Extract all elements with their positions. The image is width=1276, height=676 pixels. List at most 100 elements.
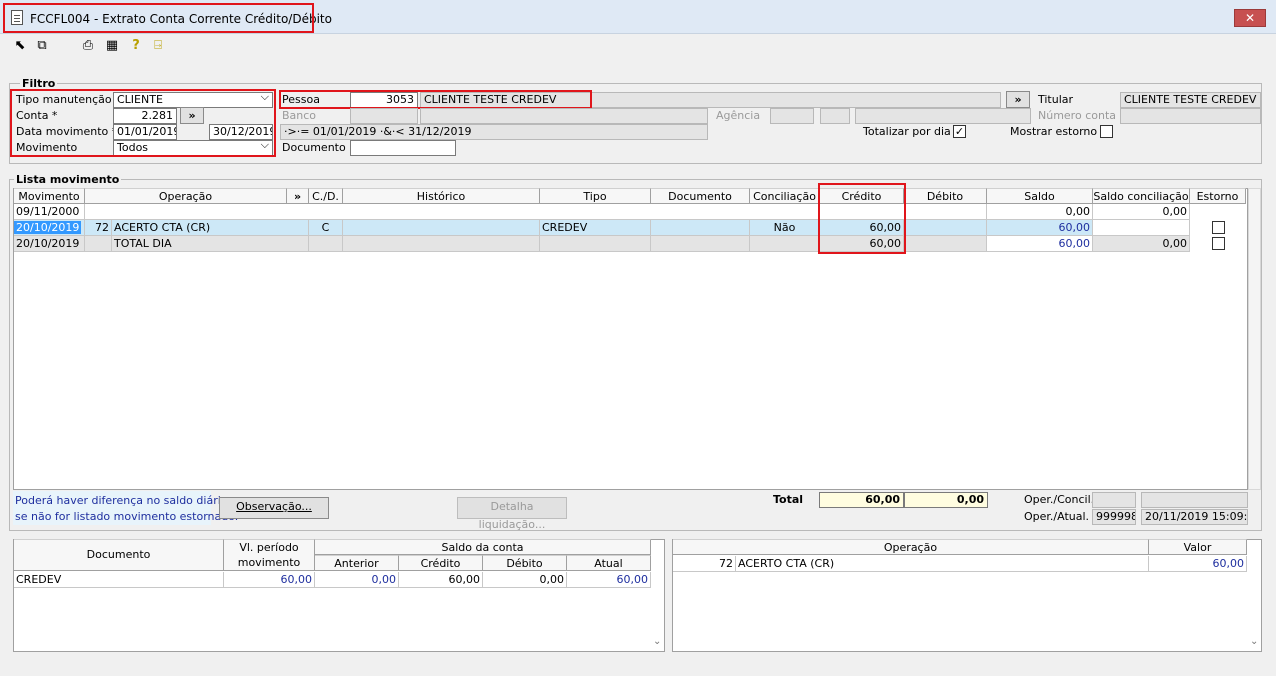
row3-saldo-conciliacao[interactable]: 0,00 <box>1093 236 1190 252</box>
oper-atual-label: Oper./Atual. <box>1024 510 1090 523</box>
totalizar-label: Totalizar por dia <box>863 125 951 138</box>
info-note-line2: se não for listado movimento estornado. <box>15 510 239 523</box>
pessoa-lookup-button[interactable]: » <box>1006 91 1030 108</box>
row2-cd[interactable]: C <box>309 220 343 236</box>
col-tipo[interactable]: Tipo <box>540 188 651 204</box>
row2-op-code[interactable]: 72 <box>85 220 112 236</box>
row2-debito[interactable] <box>904 220 987 236</box>
row3-historico[interactable] <box>343 236 540 252</box>
resumo-col-atual[interactable]: Atual <box>567 555 651 571</box>
row2-saldo[interactable]: 60,00 <box>987 220 1093 236</box>
agencia-code-field <box>770 108 814 124</box>
highlight-box-title <box>3 3 314 33</box>
row3-op-code[interactable] <box>85 236 112 252</box>
row2-movimento-cell[interactable]: 20/10/2019 <box>14 220 85 236</box>
oper-atual-date: 20/11/2019 15:09:02 <box>1141 509 1248 525</box>
row3-debito[interactable] <box>904 236 987 252</box>
row1-saldo-conciliacao[interactable]: 0,00 <box>1093 204 1190 220</box>
close-button[interactable]: ✕ <box>1234 9 1266 27</box>
resumo-col-vl-line2[interactable]: movimento <box>224 555 315 571</box>
calculator-icon[interactable]: ▦ <box>104 38 120 54</box>
total-debito-field: 0,00 <box>904 492 988 508</box>
periodo-expression-field: ·>·= 01/01/2019 ·&·< 31/12/2019 <box>280 124 708 140</box>
resumo-col-saldo-conta[interactable]: Saldo da conta <box>315 539 651 555</box>
print-icon[interactable]: ⎙ <box>80 38 96 54</box>
total-label: Total <box>773 493 804 506</box>
help-icon[interactable]: ? <box>128 38 144 54</box>
col-more[interactable]: » <box>287 188 309 204</box>
row2-tipo[interactable]: CREDEV <box>540 220 651 236</box>
copy-icon[interactable]: ⧉ <box>34 38 50 54</box>
col-conciliacao[interactable]: Conciliação <box>750 188 820 204</box>
col-operacao[interactable]: Operação <box>85 188 287 204</box>
operacoes-valor[interactable]: 60,00 <box>1149 556 1247 572</box>
resumo-documento[interactable]: CREDEV <box>14 572 224 588</box>
resumo-vl[interactable]: 60,00 <box>224 572 315 588</box>
row2-estorno-checkbox[interactable] <box>1212 221 1225 234</box>
resumo-col-vl-line1[interactable]: Vl. período <box>224 539 315 555</box>
numero-conta-field <box>1120 108 1261 124</box>
col-documento[interactable]: Documento <box>651 188 750 204</box>
resumo-anterior[interactable]: 0,00 <box>315 572 399 588</box>
resumo-debito[interactable]: 0,00 <box>483 572 567 588</box>
row1-movimento[interactable]: 09/11/2000 <box>14 204 85 220</box>
row3-saldo[interactable]: 60,00 <box>987 236 1093 252</box>
agencia-label: Agência <box>716 109 761 122</box>
banco-label: Banco <box>282 109 317 122</box>
operacoes-code[interactable]: 72 <box>673 556 736 572</box>
row3-cd[interactable] <box>309 236 343 252</box>
row2-conciliacao[interactable]: Não <box>750 220 820 236</box>
row3-operacao[interactable]: TOTAL DIA <box>112 236 309 252</box>
resumo-col-credito[interactable]: Crédito <box>399 555 483 571</box>
resumo-col-anterior[interactable]: Anterior <box>315 555 399 571</box>
grid-scrollbar[interactable] <box>1248 188 1261 490</box>
resumo-scroll-down-icon[interactable]: ⌄ <box>653 636 661 647</box>
observacao-button[interactable]: Observação... <box>219 497 329 519</box>
row2-documento[interactable] <box>651 220 750 236</box>
banco-code-field <box>350 108 418 124</box>
row3-documento[interactable] <box>651 236 750 252</box>
exit-icon[interactable]: ⍈ <box>150 38 166 54</box>
row2-saldo-conciliacao[interactable] <box>1093 220 1190 236</box>
documento-input[interactable] <box>350 140 456 156</box>
col-saldo-conciliacao[interactable]: Saldo conciliação <box>1093 188 1190 204</box>
agencia-digit-field <box>820 108 850 124</box>
col-saldo[interactable]: Saldo <box>987 188 1093 204</box>
titular-label: Titular <box>1038 93 1074 106</box>
detalha-liquidacao-button[interactable]: Detalha liquidação... <box>457 497 567 531</box>
oper-concil-date <box>1141 492 1248 508</box>
col-movimento[interactable]: Movimento <box>14 188 85 204</box>
col-estorno[interactable]: Estorno <box>1190 188 1246 204</box>
titular-field: CLIENTE TESTE CREDEV <box>1120 92 1261 108</box>
operacoes-operacao[interactable]: ACERTO CTA (CR) <box>736 556 1149 572</box>
row2-operacao[interactable]: ACERTO CTA (CR) <box>112 220 309 236</box>
row3-estorno-checkbox[interactable] <box>1212 237 1225 250</box>
highlight-box-filtro <box>10 89 276 157</box>
operacoes-col-operacao[interactable]: Operação <box>673 539 1149 555</box>
operacoes-scroll-down-icon[interactable]: ⌄ <box>1250 636 1258 647</box>
agencia-name-field <box>855 108 1031 124</box>
row3-conciliacao[interactable] <box>750 236 820 252</box>
row2-historico[interactable] <box>343 220 540 236</box>
operacoes-col-valor[interactable]: Valor <box>1149 539 1247 555</box>
lista-movimento-label: Lista movimento <box>14 173 122 186</box>
col-historico[interactable]: Histórico <box>343 188 540 204</box>
first-icon[interactable]: ⬉ <box>12 38 28 54</box>
numero-conta-label: Número conta <box>1038 109 1116 122</box>
total-credito-field: 60,00 <box>819 492 904 508</box>
col-cd[interactable]: C./D. <box>309 188 343 204</box>
col-debito[interactable]: Débito <box>904 188 987 204</box>
resumo-col-documento[interactable]: Documento <box>14 539 224 571</box>
banco-name-field <box>420 108 708 124</box>
resumo-credito[interactable]: 60,00 <box>399 572 483 588</box>
resumo-col-debito[interactable]: Débito <box>483 555 567 571</box>
row2-movimento[interactable]: 20/10/2019 <box>14 221 82 234</box>
mostrar-estorno-label: Mostrar estorno <box>1010 125 1098 138</box>
oper-atual-code: 999998 <box>1092 509 1136 525</box>
resumo-atual[interactable]: 60,00 <box>567 572 651 588</box>
row1-saldo[interactable]: 0,00 <box>987 204 1093 220</box>
row3-tipo[interactable] <box>540 236 651 252</box>
row3-movimento[interactable]: 20/10/2019 <box>14 236 85 252</box>
totalizar-checkbox[interactable]: ✓ <box>953 125 966 138</box>
mostrar-estorno-checkbox[interactable] <box>1100 125 1113 138</box>
